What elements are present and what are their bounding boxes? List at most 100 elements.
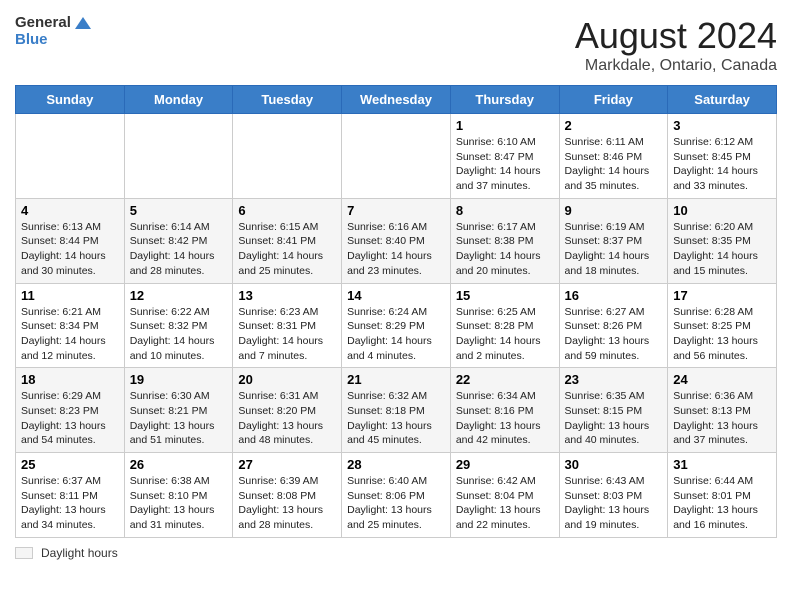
calendar-week-4: 18 Sunrise: 6:29 AMSunset: 8:23 PMDayligh… — [16, 368, 777, 453]
day-info: Sunrise: 6:35 AMSunset: 8:15 PMDaylight:… — [565, 389, 663, 448]
day-info: Sunrise: 6:14 AMSunset: 8:42 PMDaylight:… — [130, 220, 228, 279]
calendar-header: SundayMondayTuesdayWednesdayThursdayFrid… — [16, 86, 777, 114]
day-number: 24 — [673, 372, 771, 387]
day-info: Sunrise: 6:34 AMSunset: 8:16 PMDaylight:… — [456, 389, 554, 448]
day-info: Sunrise: 6:23 AMSunset: 8:31 PMDaylight:… — [238, 305, 336, 364]
calendar-cell: 19Sunrise: 6:30 AMSunset: 8:21 PMDayligh… — [124, 368, 233, 453]
title-block: August 2024 Markdale, Ontario, Canada — [575, 15, 777, 75]
calendar-cell — [233, 114, 342, 199]
day-number: 29 — [456, 457, 554, 472]
day-info: Sunrise: 6:19 AMSunset: 8:37 PMDaylight:… — [565, 220, 663, 279]
legend-box — [15, 547, 33, 559]
logo-text: General Blue — [15, 15, 91, 48]
day-header-monday: Monday — [124, 86, 233, 114]
day-number: 15 — [456, 288, 554, 303]
day-info: Sunrise: 6:43 AMSunset: 8:03 PMDaylight:… — [565, 474, 663, 533]
day-header-friday: Friday — [559, 86, 668, 114]
day-number: 7 — [347, 203, 445, 218]
calendar-cell: 8 Sunrise: 6:17 AMSunset: 8:38 PMDaylight… — [450, 198, 559, 283]
calendar-cell: 28 Sunrise: 6:40 AMSunset: 8:06 PMDayligh… — [342, 453, 451, 538]
day-header-saturday: Saturday — [668, 86, 777, 114]
calendar-cell — [124, 114, 233, 199]
day-number: 11 — [21, 288, 119, 303]
calendar-cell: 23 Sunrise: 6:35 AMSunset: 8:15 PMDayligh… — [559, 368, 668, 453]
day-number: 3 — [673, 118, 771, 133]
calendar-cell: 7Sunrise: 6:16 AMSunset: 8:40 PMDaylight… — [342, 198, 451, 283]
calendar-cell: 29 Sunrise: 6:42 AMSunset: 8:04 PMDayligh… — [450, 453, 559, 538]
day-info: Sunrise: 6:11 AMSunset: 8:46 PMDaylight:… — [565, 135, 663, 194]
day-info: Sunrise: 6:38 AMSunset: 8:10 PMDaylight:… — [130, 474, 228, 533]
calendar-cell: 17 Sunrise: 6:28 AMSunset: 8:25 PMDayligh… — [668, 283, 777, 368]
calendar-cell: 6 Sunrise: 6:15 AMSunset: 8:41 PMDaylight… — [233, 198, 342, 283]
day-number: 10 — [673, 203, 771, 218]
logo: General Blue — [15, 15, 91, 48]
day-number: 26 — [130, 457, 228, 472]
page-subtitle: Markdale, Ontario, Canada — [575, 57, 777, 75]
calendar-week-1: 1 Sunrise: 6:10 AMSunset: 8:47 PMDaylight… — [16, 114, 777, 199]
calendar-cell: 12 Sunrise: 6:22 AMSunset: 8:32 PMDayligh… — [124, 283, 233, 368]
day-info: Sunrise: 6:37 AMSunset: 8:11 PMDaylight:… — [21, 474, 119, 533]
calendar-cell: 26 Sunrise: 6:38 AMSunset: 8:10 PMDayligh… — [124, 453, 233, 538]
day-header-sunday: Sunday — [16, 86, 125, 114]
calendar-cell: 4 Sunrise: 6:13 AMSunset: 8:44 PMDaylight… — [16, 198, 125, 283]
day-info: Sunrise: 6:25 AMSunset: 8:28 PMDaylight:… — [456, 305, 554, 364]
day-info: Sunrise: 6:28 AMSunset: 8:25 PMDaylight:… — [673, 305, 771, 364]
calendar-cell — [342, 114, 451, 199]
calendar-week-5: 25Sunrise: 6:37 AMSunset: 8:11 PMDayligh… — [16, 453, 777, 538]
day-info: Sunrise: 6:39 AMSunset: 8:08 PMDaylight:… — [238, 474, 336, 533]
calendar-cell: 20 Sunrise: 6:31 AMSunset: 8:20 PMDayligh… — [233, 368, 342, 453]
calendar-cell: 14Sunrise: 6:24 AMSunset: 8:29 PMDayligh… — [342, 283, 451, 368]
day-number: 8 — [456, 203, 554, 218]
day-info: Sunrise: 6:31 AMSunset: 8:20 PMDaylight:… — [238, 389, 336, 448]
calendar-cell: 13Sunrise: 6:23 AMSunset: 8:31 PMDayligh… — [233, 283, 342, 368]
day-number: 18 — [21, 372, 119, 387]
day-header-wednesday: Wednesday — [342, 86, 451, 114]
day-info: Sunrise: 6:32 AMSunset: 8:18 PMDaylight:… — [347, 389, 445, 448]
day-number: 12 — [130, 288, 228, 303]
day-number: 16 — [565, 288, 663, 303]
calendar-cell: 16Sunrise: 6:27 AMSunset: 8:26 PMDayligh… — [559, 283, 668, 368]
calendar-cell: 25Sunrise: 6:37 AMSunset: 8:11 PMDayligh… — [16, 453, 125, 538]
day-info: Sunrise: 6:20 AMSunset: 8:35 PMDaylight:… — [673, 220, 771, 279]
day-number: 30 — [565, 457, 663, 472]
page-header: General Blue August 2024 Markdale, Ontar… — [15, 15, 777, 75]
day-info: Sunrise: 6:40 AMSunset: 8:06 PMDaylight:… — [347, 474, 445, 533]
day-number: 21 — [347, 372, 445, 387]
calendar-cell: 11 Sunrise: 6:21 AMSunset: 8:34 PMDayligh… — [16, 283, 125, 368]
day-info: Sunrise: 6:30 AMSunset: 8:21 PMDaylight:… — [130, 389, 228, 448]
day-number: 28 — [347, 457, 445, 472]
calendar-cell: 18 Sunrise: 6:29 AMSunset: 8:23 PMDayligh… — [16, 368, 125, 453]
day-number: 6 — [238, 203, 336, 218]
day-info: Sunrise: 6:13 AMSunset: 8:44 PMDaylight:… — [21, 220, 119, 279]
day-header-thursday: Thursday — [450, 86, 559, 114]
day-number: 9 — [565, 203, 663, 218]
calendar-week-2: 4 Sunrise: 6:13 AMSunset: 8:44 PMDaylight… — [16, 198, 777, 283]
calendar-cell: 31Sunrise: 6:44 AMSunset: 8:01 PMDayligh… — [668, 453, 777, 538]
day-info: Sunrise: 6:15 AMSunset: 8:41 PMDaylight:… — [238, 220, 336, 279]
day-info: Sunrise: 6:12 AMSunset: 8:45 PMDaylight:… — [673, 135, 771, 194]
calendar-cell: 27 Sunrise: 6:39 AMSunset: 8:08 PMDayligh… — [233, 453, 342, 538]
day-number: 23 — [565, 372, 663, 387]
day-number: 31 — [673, 457, 771, 472]
day-number: 1 — [456, 118, 554, 133]
day-info: Sunrise: 6:17 AMSunset: 8:38 PMDaylight:… — [456, 220, 554, 279]
calendar-week-3: 11 Sunrise: 6:21 AMSunset: 8:34 PMDayligh… — [16, 283, 777, 368]
day-number: 5 — [130, 203, 228, 218]
day-info: Sunrise: 6:22 AMSunset: 8:32 PMDaylight:… — [130, 305, 228, 364]
legend: Daylight hours — [15, 546, 777, 560]
day-number: 4 — [21, 203, 119, 218]
day-info: Sunrise: 6:29 AMSunset: 8:23 PMDaylight:… — [21, 389, 119, 448]
calendar-cell: 15 Sunrise: 6:25 AMSunset: 8:28 PMDayligh… — [450, 283, 559, 368]
day-info: Sunrise: 6:42 AMSunset: 8:04 PMDaylight:… — [456, 474, 554, 533]
day-info: Sunrise: 6:10 AMSunset: 8:47 PMDaylight:… — [456, 135, 554, 194]
calendar-cell: 10 Sunrise: 6:20 AMSunset: 8:35 PMDayligh… — [668, 198, 777, 283]
day-number: 20 — [238, 372, 336, 387]
calendar-cell: 2 Sunrise: 6:11 AMSunset: 8:46 PMDaylight… — [559, 114, 668, 199]
day-number: 2 — [565, 118, 663, 133]
calendar-cell — [16, 114, 125, 199]
day-number: 27 — [238, 457, 336, 472]
day-number: 22 — [456, 372, 554, 387]
calendar-cell: 5 Sunrise: 6:14 AMSunset: 8:42 PMDaylight… — [124, 198, 233, 283]
day-number: 17 — [673, 288, 771, 303]
day-info: Sunrise: 6:21 AMSunset: 8:34 PMDaylight:… — [21, 305, 119, 364]
